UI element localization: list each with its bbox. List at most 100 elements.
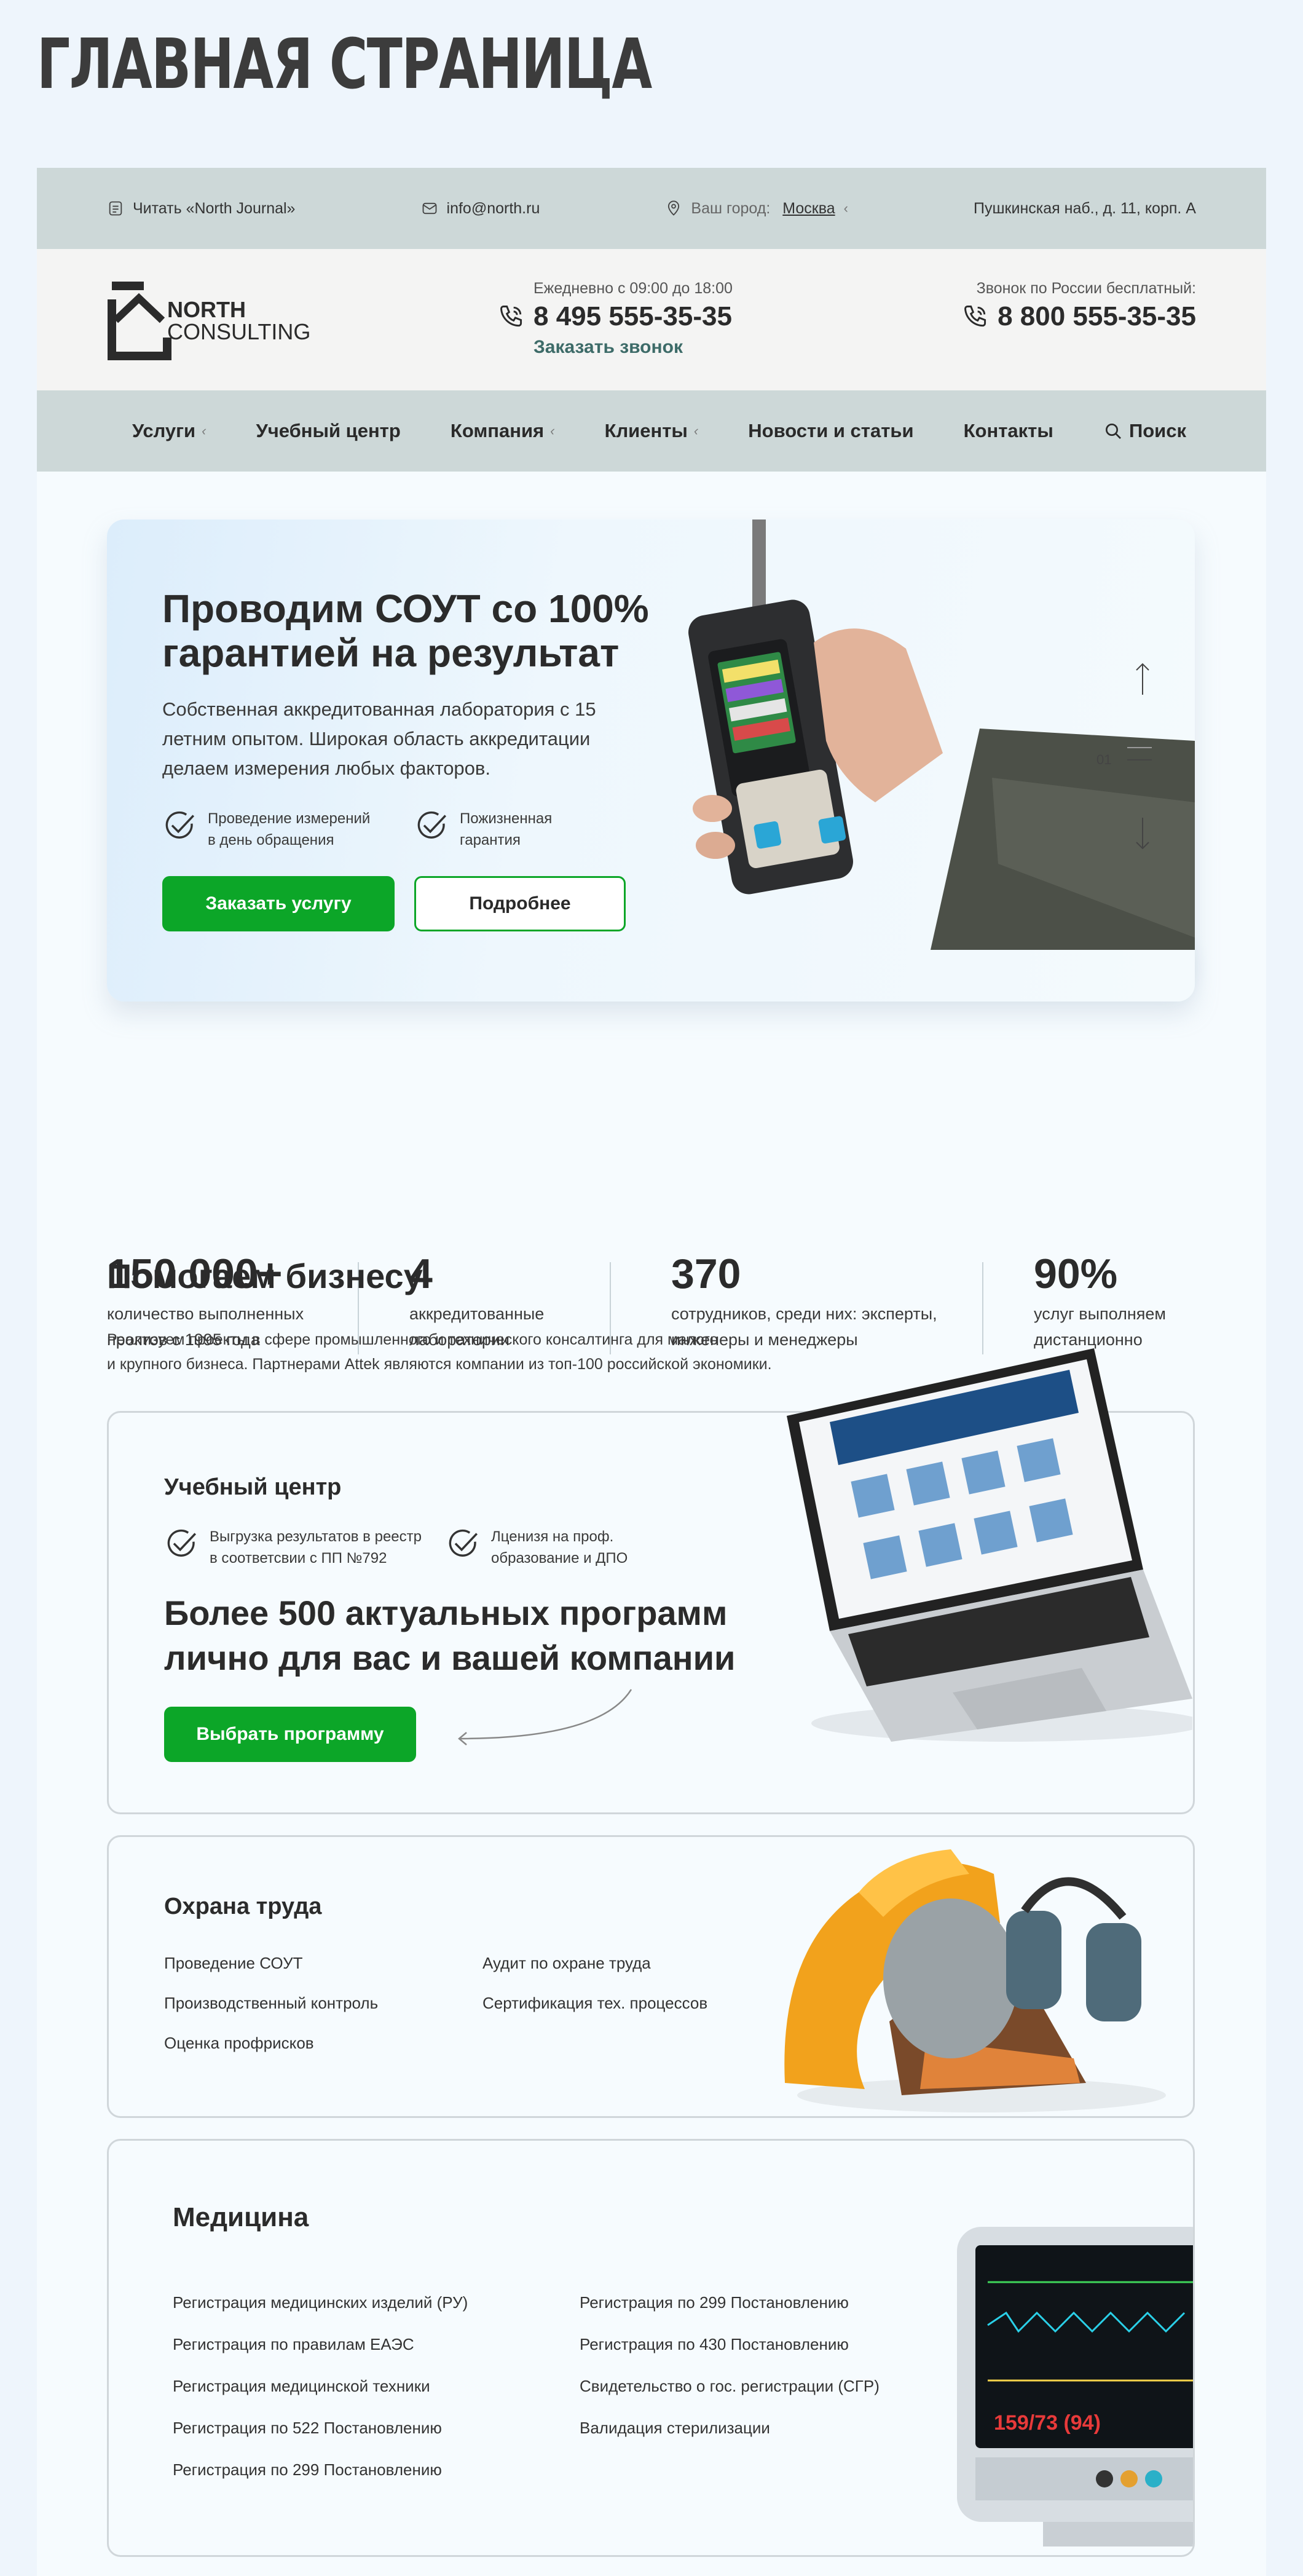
stat-value: 4 (409, 1250, 433, 1297)
training-feature-2: Лценизя на проф. образование и ДПО (446, 1527, 648, 1570)
free-call-label: Звонок по России бесплатный: (976, 280, 1196, 297)
phone-icon (500, 306, 522, 327)
phone-free[interactable]: 8 800 555-35-35 (962, 301, 1196, 332)
card-medicine[interactable]: Медицина Регистрация медицинских изделий… (107, 2139, 1195, 2557)
training-headline: Более 500 актуальных программ лично для … (164, 1594, 736, 1677)
service-link[interactable]: Сертификация тех. процессов (482, 1994, 707, 2034)
nav-item-clients[interactable]: Клиенты ‹ (605, 420, 699, 442)
monitor-reading: 159/73 (94) (994, 2411, 1101, 2435)
journal-label: Читать «North Journal» (133, 199, 296, 217)
hero-feature-2-label: Пожизненная гарантия (460, 810, 553, 848)
service-link[interactable]: Валидация стерилизации (580, 2420, 880, 2462)
card-safety[interactable]: Охрана труда Проведение СОУТ Производств… (107, 1835, 1195, 2118)
service-link[interactable]: Регистрация медицинской техники (173, 2378, 468, 2420)
card-medicine-title: Медицина (173, 2202, 309, 2232)
hero-slider-control: 01 (1096, 661, 1158, 870)
section-title-business: Помогаем бизнесу (107, 1257, 423, 1295)
page-title: ГЛАВНАЯ СТРАНИЦА (37, 25, 652, 105)
chevron-icon: ‹ (550, 423, 555, 438)
city-selector[interactable]: Ваш город: Москва ‹ (665, 200, 848, 218)
nav-item-company[interactable]: Компания ‹ (451, 420, 555, 442)
slide-indicator-active[interactable] (1127, 759, 1152, 761)
curved-arrow-icon (458, 1689, 632, 1745)
stat-value: 90% (1034, 1250, 1118, 1297)
header: NORTH CONSULTING Ежедневно с 09:00 до 18… (37, 249, 1266, 390)
nav-company-label: Компания (450, 420, 545, 441)
work-hours: Ежедневно с 09:00 до 18:00 (533, 280, 733, 297)
hero-feature-1-label: Проведение измерений в день обращения (208, 810, 371, 848)
hero-banner: Проводим СОУТ со 100% гарантией на резул… (107, 520, 1195, 1002)
phone-moscow[interactable]: 8 495 555-35-35 (498, 301, 733, 332)
safety-list-col2: Аудит по охране труда Сертификация тех. … (482, 1954, 707, 2034)
medicine-list-col2: Регистрация по 299 Постановлению Регистр… (580, 2294, 880, 2462)
service-link[interactable]: Аудит по охране труда (482, 1954, 707, 1994)
logo[interactable]: NORTH CONSULTING (107, 281, 310, 361)
medicine-list-col1: Регистрация медицинских изделий (РУ) Рег… (173, 2294, 468, 2503)
choose-program-button[interactable]: Выбрать программу (164, 1707, 416, 1762)
service-link[interactable]: Оценка профрисков (164, 2034, 378, 2074)
nav-item-services[interactable]: Услуги ‹ (132, 420, 206, 442)
mail-icon (422, 202, 436, 215)
check-circle-icon (167, 1529, 197, 1557)
site-frame: Читать «North Journal» info@north.ru Ваш… (37, 168, 1266, 2576)
slide-indicator[interactable] (1127, 747, 1152, 748)
journal-icon (109, 201, 122, 216)
main-nav: Услуги ‹ Учебный центр Компания ‹ Клиенты ‹… (37, 390, 1266, 472)
more-button[interactable]: Подробнее (414, 876, 626, 931)
hero-text: Собственная аккредитованная лаборатория … (162, 698, 596, 780)
phone-moscow-number: 8 495 555-35-35 (533, 301, 732, 331)
service-link[interactable]: Регистрация медицинских изделий (РУ) (173, 2294, 468, 2336)
service-link[interactable]: Регистрация по 299 Постановлению (580, 2294, 880, 2336)
phone-block-moscow: Ежедневно с 09:00 до 18:00 8 495 555-35-… (498, 280, 733, 358)
nav-item-training[interactable]: Учебный центр (256, 420, 401, 442)
nav-services-label: Услуги (132, 420, 196, 441)
safety-equipment-image (784, 1849, 1166, 2112)
check-circle-icon (417, 811, 447, 839)
chevron-icon: ‹ (202, 423, 207, 438)
nav-clients-label: Клиенты (604, 420, 688, 441)
location-pin-icon (668, 200, 680, 216)
phone-free-number: 8 800 555-35-35 (998, 301, 1196, 331)
slide-number: 01 (1096, 752, 1112, 767)
callback-link[interactable]: Заказать звонок (533, 337, 733, 358)
arrow-up-icon[interactable] (1133, 661, 1152, 698)
hero-feature-1: Проведение измерений в день обращения (162, 808, 371, 851)
nav-item-news[interactable]: Новости и статьи (748, 420, 913, 442)
logo-line2: CONSULTING (167, 319, 311, 344)
hero-title: Проводим СОУТ со 100% гарантией на резул… (162, 587, 649, 675)
nav-item-search[interactable]: Поиск (1103, 420, 1186, 442)
hero-feature-2: Пожизненная гарантия (414, 808, 586, 851)
arrow-down-icon[interactable] (1133, 815, 1152, 851)
order-service-button[interactable]: Заказать услугу (162, 876, 395, 931)
service-link[interactable]: Регистрация по 522 Постановлению (173, 2420, 468, 2462)
nav-search-label: Поиск (1128, 420, 1186, 441)
email-link[interactable]: info@north.ru (421, 200, 540, 218)
phone-icon (964, 306, 986, 327)
service-link[interactable]: Производственный контроль (164, 1994, 378, 2034)
safety-list-col1: Проведение СОУТ Производственный контрол… (164, 1954, 378, 2074)
address: Пушкинская наб., д. 11, корп. А (974, 199, 1196, 217)
city-value[interactable]: Москва (782, 200, 835, 218)
training-feature-1: Выгрузка результатов в реестр в соответс… (164, 1527, 428, 1570)
service-link[interactable]: Регистрация по 299 Постановлению (173, 2462, 468, 2503)
service-link[interactable]: Регистрация по правилам ЕАЭС (173, 2336, 468, 2378)
journal-link[interactable]: Читать «North Journal» (107, 200, 295, 218)
training-feature-2-label: Лценизя на проф. образование и ДПО (491, 1528, 628, 1567)
training-feature-1-label: Выгрузка результатов в реестр в соответс… (210, 1528, 422, 1567)
laptop-image (787, 1348, 1192, 1742)
check-circle-icon (165, 811, 195, 839)
phone-block-free: Звонок по России бесплатный: 8 800 555-3… (962, 280, 1196, 332)
city-label: Ваш город: (691, 199, 771, 217)
service-link[interactable]: Свидетельство о гос. регистрации (СГР) (580, 2378, 880, 2420)
nav-item-contacts[interactable]: Контакты (964, 420, 1053, 442)
service-link[interactable]: Регистрация по 430 Постановлению (580, 2336, 880, 2378)
search-icon (1105, 424, 1121, 439)
email-label: info@north.ru (446, 199, 540, 217)
chevron-icon: ‹ (843, 200, 848, 216)
card-safety-title: Охрана труда (164, 1894, 322, 1919)
card-training-title: Учебный центр (164, 1474, 342, 1500)
chevron-icon: ‹ (693, 423, 699, 438)
service-link[interactable]: Проведение СОУТ (164, 1954, 378, 1994)
check-circle-icon (449, 1529, 478, 1557)
top-info-bar: Читать «North Journal» info@north.ru Ваш… (37, 168, 1266, 249)
